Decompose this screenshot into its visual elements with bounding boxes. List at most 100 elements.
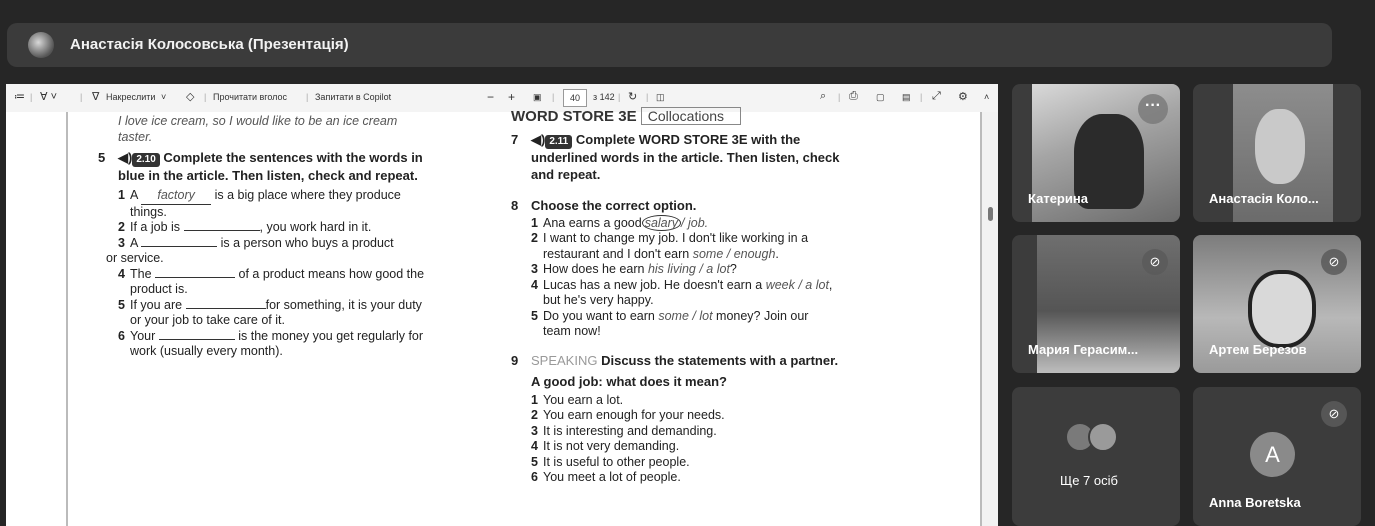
participant-tile[interactable]: ⊘ Артем Березов (1193, 235, 1361, 373)
more-participants-label: Ще 7 осіб (1060, 473, 1118, 488)
draw-icon[interactable]: ∇ (92, 90, 99, 103)
list-item: 6 Your is the money you get regularly for… (118, 328, 424, 359)
fit-page-icon[interactable]: ▣ (533, 92, 542, 103)
left-column: I love ice cream, so I would like to be … (98, 114, 498, 360)
participant-video (1248, 270, 1316, 348)
list-item: 3A is a person who buys a product (118, 235, 394, 250)
audio-track-badge[interactable]: 2.10 (132, 153, 160, 167)
participant-name: Anna Boretska (1209, 495, 1301, 510)
eraser-icon[interactable]: ◇ (186, 90, 194, 103)
participant-tile[interactable]: ⊘ A Anna Boretska (1193, 387, 1361, 526)
exercise-title: Complete the sentences with the words in (163, 150, 423, 165)
zoom-out-button[interactable]: − (487, 90, 494, 104)
pdf-page: I love ice cream, so I would like to be … (66, 107, 982, 526)
contents-icon[interactable]: ≔ (14, 90, 25, 103)
exercise-8-items: 1 Ana earns a good salary / job. 2I want to… (511, 214, 911, 340)
list-item: 6 You meet a lot of people. (531, 470, 681, 484)
answer-blank (141, 245, 218, 247)
page-view-icon[interactable]: ◫ (656, 92, 665, 103)
list-item-continuation: or service. (106, 251, 164, 265)
separator: | (618, 92, 621, 102)
participant-video (1255, 109, 1305, 184)
circled-answer: salary (641, 214, 682, 231)
mic-off-icon: ⊘ (1321, 249, 1347, 275)
save-icon[interactable]: ▢ (876, 92, 885, 103)
exercise-5-heading: 5 ◀) 2.10 Complete the sentences with the… (98, 149, 498, 184)
presenter-avatar (28, 32, 54, 58)
draw-button[interactable]: Накреслити (106, 92, 155, 102)
participant-tile[interactable]: ⊘ Мария Герасим... (1012, 235, 1180, 373)
avatar: A (1250, 432, 1295, 477)
exercise-9-items: 1 You earn a lot. 2 You earn enough for yo… (511, 393, 911, 486)
answer-blank: factory (141, 188, 212, 205)
list-item: 5 It is useful to other people. (531, 454, 690, 469)
separator: | (30, 92, 33, 102)
list-item: 4 It is not very demanding. (531, 439, 680, 453)
rotate-icon[interactable]: ↻ (628, 90, 637, 103)
search-icon[interactable]: ⌕ (820, 90, 826, 103)
list-item: 4 Lucas has a new job. He doesn't earn a … (531, 277, 833, 308)
participant-name: Анастасія Коло... (1209, 191, 1319, 206)
audio-icon[interactable]: ◀) (118, 150, 132, 165)
list-item: 2I want to change my job. I don't like w… (531, 231, 809, 261)
intro-text: taster. (118, 129, 153, 144)
list-item: 5 Do you want to earn some / lot money? J… (531, 308, 809, 339)
right-column: WORD STORE 3E Collocations 7 ◀) 2.11 Comp… (511, 107, 911, 486)
participant-name: Мария Герасим... (1028, 342, 1139, 357)
answer-blank (183, 230, 260, 231)
participant-tile[interactable]: Анастасія Коло... (1193, 84, 1361, 222)
audio-icon[interactable]: ◀) (531, 132, 545, 147)
read-aloud-button[interactable]: Прочитати вголос (213, 92, 287, 102)
save-as-icon[interactable]: ▤ (902, 92, 911, 103)
vertical-scrollbar[interactable] (982, 112, 998, 526)
list-item: 1 Ana earns a good salary / job. (531, 214, 709, 231)
exercise-number: 5 (98, 150, 106, 165)
fullscreen-icon[interactable]: ⤢ (932, 90, 941, 103)
exercise-title: blue in the article. Then listen, check … (118, 168, 418, 183)
separator: | (204, 92, 207, 102)
list-item: 2 If a job is , you work hard in it. (118, 220, 372, 234)
more-participants-tile[interactable]: Ще 7 осіб (1012, 387, 1180, 526)
answer-blank (155, 276, 236, 278)
zoom-in-button[interactable]: + (508, 90, 515, 104)
participant-name: Катерина (1028, 191, 1088, 206)
speaking-label: SPEAKING (531, 352, 598, 368)
exercise-8-heading: 8 Choose the correct option. (511, 197, 697, 213)
intro-text: I love ice cream, so I would like to be … (118, 114, 398, 128)
answer-blank (185, 307, 266, 309)
highlight-icon[interactable]: ∀ ˅ (40, 90, 57, 103)
participant-avatar (1088, 422, 1118, 452)
list-item: 1A factory is a big place where they pro… (118, 188, 401, 219)
separator: | (646, 92, 649, 102)
settings-icon[interactable]: ⚙ (958, 90, 968, 103)
page-total: з 142 (593, 92, 615, 102)
separator: | (80, 92, 83, 102)
participant-tile[interactable]: ··· Катерина (1012, 84, 1180, 222)
list-item: 5 If you are for something, it is your du… (118, 297, 422, 328)
scroll-up-icon[interactable]: ˄ (984, 92, 989, 102)
list-item: 3 How does he earn his living / a lot? (531, 262, 737, 276)
separator: | (552, 92, 555, 102)
separator: | (838, 92, 841, 102)
audio-track-badge[interactable]: 2.11 (545, 134, 573, 149)
separator: | (920, 92, 923, 102)
mic-off-icon: ⊘ (1142, 249, 1168, 275)
page-number-input[interactable]: 40 (563, 89, 587, 107)
chevron-down-icon[interactable]: ˅ (161, 92, 166, 102)
shared-screen: ≔ | ∀ ˅ | ∇ Накреслити ˅ ◇ | Прочитати в… (6, 84, 998, 526)
ask-copilot-button[interactable]: Запитати в Copilot (315, 92, 391, 102)
separator: | (306, 92, 309, 102)
list-item: 3 It is interesting and demanding. (531, 423, 717, 438)
participant-name: Артем Березов (1209, 342, 1307, 357)
more-options-icon[interactable]: ··· (1138, 94, 1168, 124)
word-store-heading: WORD STORE 3E Collocations (511, 107, 911, 125)
exercise-9-subheading: A good job: what does it mean? (531, 373, 727, 389)
exercise-7-heading: 7 ◀) 2.11 Complete WORD STORE 3E with the… (511, 131, 840, 182)
mic-off-icon: ⊘ (1321, 401, 1347, 427)
exercise-5-items: 1A factory is a big place where they pro… (106, 188, 498, 360)
exercise-9-heading: 9 SPEAKING Discuss the statements with a… (511, 352, 839, 368)
scrollbar-thumb[interactable] (988, 207, 993, 221)
list-item: 4 The of a product means how good the prod… (118, 266, 425, 297)
print-icon[interactable]: ⎙ (849, 90, 858, 103)
presentation-title: Анастасія Колосовська (Презентація) (70, 36, 349, 53)
